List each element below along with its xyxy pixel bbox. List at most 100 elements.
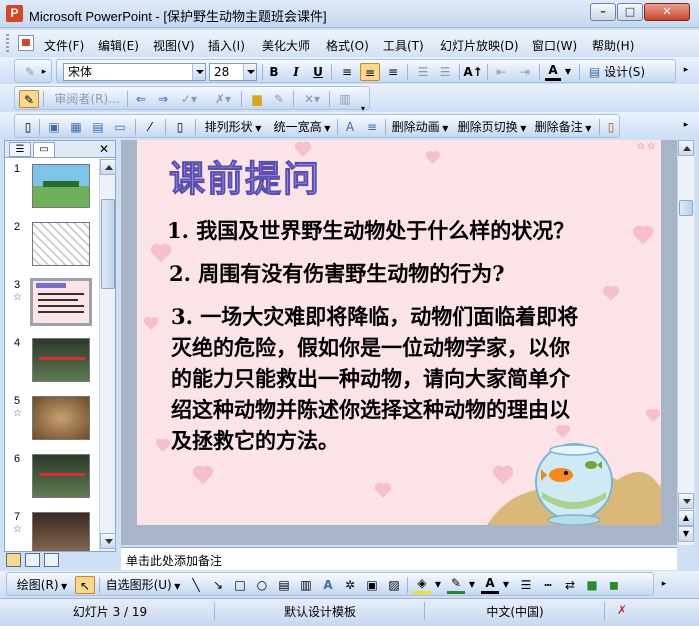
font-color-draw-icon[interactable]: A	[481, 576, 499, 594]
scroll-down-icon[interactable]	[100, 533, 116, 549]
reviewing-pane-icon[interactable]: ▥	[335, 90, 355, 108]
close-button[interactable]: ✕	[644, 3, 690, 21]
slide-thumbnail-item[interactable]: 1	[5, 161, 99, 217]
menu-insert[interactable]: 插入(I)	[208, 37, 245, 54]
increase-font-icon[interactable]: A↑	[463, 63, 483, 81]
editor-vertical-scrollbar[interactable]: ▲ ▼	[677, 140, 694, 545]
delete-animation-button[interactable]: 删除动画 ▼	[389, 118, 451, 136]
current-slide[interactable]: ✿ ✿ 课前提问 1. 我国及世界野生动物处于什么样的状况？ 2. 周围有没有伤…	[137, 140, 661, 525]
apply-change-icon[interactable]: ✓▾	[175, 90, 203, 108]
font-size-select[interactable]: 28	[209, 63, 257, 81]
text-list-icon[interactable]: ≡	[363, 118, 381, 136]
slide-6-thumbnail[interactable]	[32, 454, 90, 498]
slide-thumbnail-item[interactable]: 3 ☆	[5, 277, 99, 333]
slide-1-thumbnail[interactable]	[32, 164, 90, 208]
question-1[interactable]: 1. 我国及世界野生动物处于什么样的状况？	[167, 216, 574, 246]
scroll-thumb[interactable]	[679, 200, 693, 216]
insert-comment-icon[interactable]: ▆	[247, 90, 267, 108]
slideshow-view-icon[interactable]	[44, 553, 59, 567]
line-icon[interactable]: ╲	[187, 576, 205, 594]
toolbar-options-icon[interactable]: ▸	[39, 63, 49, 81]
next-slide-icon[interactable]: ▼	[678, 526, 694, 542]
toolbar-overflow-icon[interactable]: ▸	[658, 575, 670, 593]
numbering-icon[interactable]: ☰	[413, 63, 433, 81]
align-left-icon[interactable]: ≡	[337, 63, 357, 81]
arrow-icon[interactable]: ↘	[209, 576, 227, 594]
menu-format[interactable]: 格式(O)	[326, 37, 369, 54]
design-button[interactable]: ▤ 设计(S)	[585, 63, 649, 81]
dash-style-icon[interactable]: ┅	[539, 576, 557, 594]
chart-icon[interactable]: ▤	[89, 118, 107, 136]
slide-panel-scrollbar[interactable]	[99, 159, 116, 551]
slide-5-thumbnail[interactable]	[32, 396, 90, 440]
align-right-icon[interactable]: ≡	[383, 63, 403, 81]
markup-icon[interactable]: ✎	[19, 90, 39, 108]
previous-slide-icon[interactable]: ▲	[678, 510, 694, 526]
scroll-thumb[interactable]	[101, 199, 115, 289]
clipart-icon[interactable]: ▣	[363, 576, 381, 594]
slide-title[interactable]: 课前提问	[168, 150, 321, 202]
align-center-icon[interactable]: ≡	[360, 63, 380, 81]
uniform-size-button[interactable]: 统一宽高 ▼	[269, 118, 335, 136]
wordart-icon[interactable]: A	[319, 576, 337, 594]
reviewers-button[interactable]: 审阅者(R)...	[49, 90, 125, 108]
layout-icon[interactable]: ▭	[111, 118, 129, 136]
decrease-indent-icon[interactable]: ⇤	[491, 63, 511, 81]
maximize-button[interactable]: □	[617, 3, 643, 21]
chevron-down-icon[interactable]: ▼	[467, 576, 477, 594]
text-style-icon[interactable]: A	[341, 118, 359, 136]
delete-transition-button[interactable]: 删除页切换 ▼	[455, 118, 529, 136]
panel-close-icon[interactable]: ✕	[99, 142, 109, 156]
slide-2-thumbnail[interactable]	[32, 222, 90, 266]
outline-tab-icon[interactable]: ☰	[9, 142, 31, 157]
italic-button[interactable]: I	[287, 63, 305, 81]
toolbar-overflow-icon[interactable]: ▸	[680, 61, 692, 79]
slide-sorter-view-icon[interactable]	[25, 553, 40, 567]
chevron-down-icon[interactable]	[192, 64, 205, 80]
menu-help[interactable]: 帮助(H)	[592, 37, 634, 54]
line-style-icon[interactable]: ☰	[517, 576, 535, 594]
arrange-shapes-button[interactable]: 排列形状 ▼	[201, 118, 265, 136]
vertical-textbox-icon[interactable]: ▥	[297, 576, 315, 594]
menu-view[interactable]: 视图(V)	[153, 37, 195, 54]
chevron-down-icon[interactable]	[243, 64, 256, 80]
shadow-style-icon[interactable]: ■	[583, 576, 601, 594]
rectangle-icon[interactable]: □	[231, 576, 249, 594]
underline-button[interactable]: U	[309, 63, 327, 81]
previous-item-icon[interactable]: ⇐	[131, 90, 151, 108]
toolbar-overflow-icon[interactable]: ▸	[680, 116, 692, 134]
font-name-select[interactable]: 宋体	[63, 63, 206, 81]
bullets-icon[interactable]: ☰	[435, 63, 455, 81]
textbox-icon[interactable]: ▤	[275, 576, 293, 594]
slide-thumbnail-item[interactable]: 5 ☆	[5, 393, 99, 449]
slide-thumbnail-item[interactable]: 7 ☆	[5, 509, 99, 551]
picture-icon[interactable]: ▣	[45, 118, 63, 136]
diagram-icon[interactable]: ✲	[341, 576, 359, 594]
chevron-down-icon[interactable]: ▼	[501, 576, 511, 594]
delete-notes-button[interactable]: 删除备注 ▼	[531, 118, 595, 136]
chevron-down-icon[interactable]: ▼	[563, 63, 573, 81]
fill-color-icon[interactable]: ◈	[413, 576, 431, 594]
autoshapes-button[interactable]: 自选图形(U) ▼	[103, 576, 183, 594]
export-icon[interactable]: ▯	[603, 118, 619, 136]
new-page-icon[interactable]: ▯	[19, 118, 37, 136]
scroll-down-icon[interactable]	[678, 493, 694, 509]
line-color-icon[interactable]: ✎	[447, 576, 465, 594]
slide-thumbnail-item[interactable]: 6	[5, 451, 99, 507]
notes-placeholder[interactable]: 单击此处添加备注	[126, 552, 222, 569]
scroll-up-icon[interactable]	[100, 159, 116, 175]
menu-slideshow[interactable]: 幻灯片放映(D)	[440, 37, 519, 54]
menu-tools[interactable]: 工具(T)	[383, 37, 424, 54]
bold-button[interactable]: B	[265, 63, 283, 81]
menu-edit[interactable]: 编辑(E)	[98, 37, 139, 54]
slide-thumbnail-item[interactable]: 4	[5, 335, 99, 391]
font-color-button[interactable]: A	[545, 63, 561, 81]
slide-4-thumbnail[interactable]	[32, 338, 90, 382]
menu-file[interactable]: 文件(F)	[44, 37, 84, 54]
scroll-up-icon[interactable]	[678, 140, 694, 156]
image-icon[interactable]: ▦	[67, 118, 85, 136]
unapply-change-icon[interactable]: ✗▾	[209, 90, 237, 108]
slide-thumbnail-item[interactable]: 2	[5, 219, 99, 275]
notes-pane[interactable]: 单击此处添加备注	[121, 547, 677, 570]
powerpoint-app-icon[interactable]: P	[6, 5, 23, 22]
